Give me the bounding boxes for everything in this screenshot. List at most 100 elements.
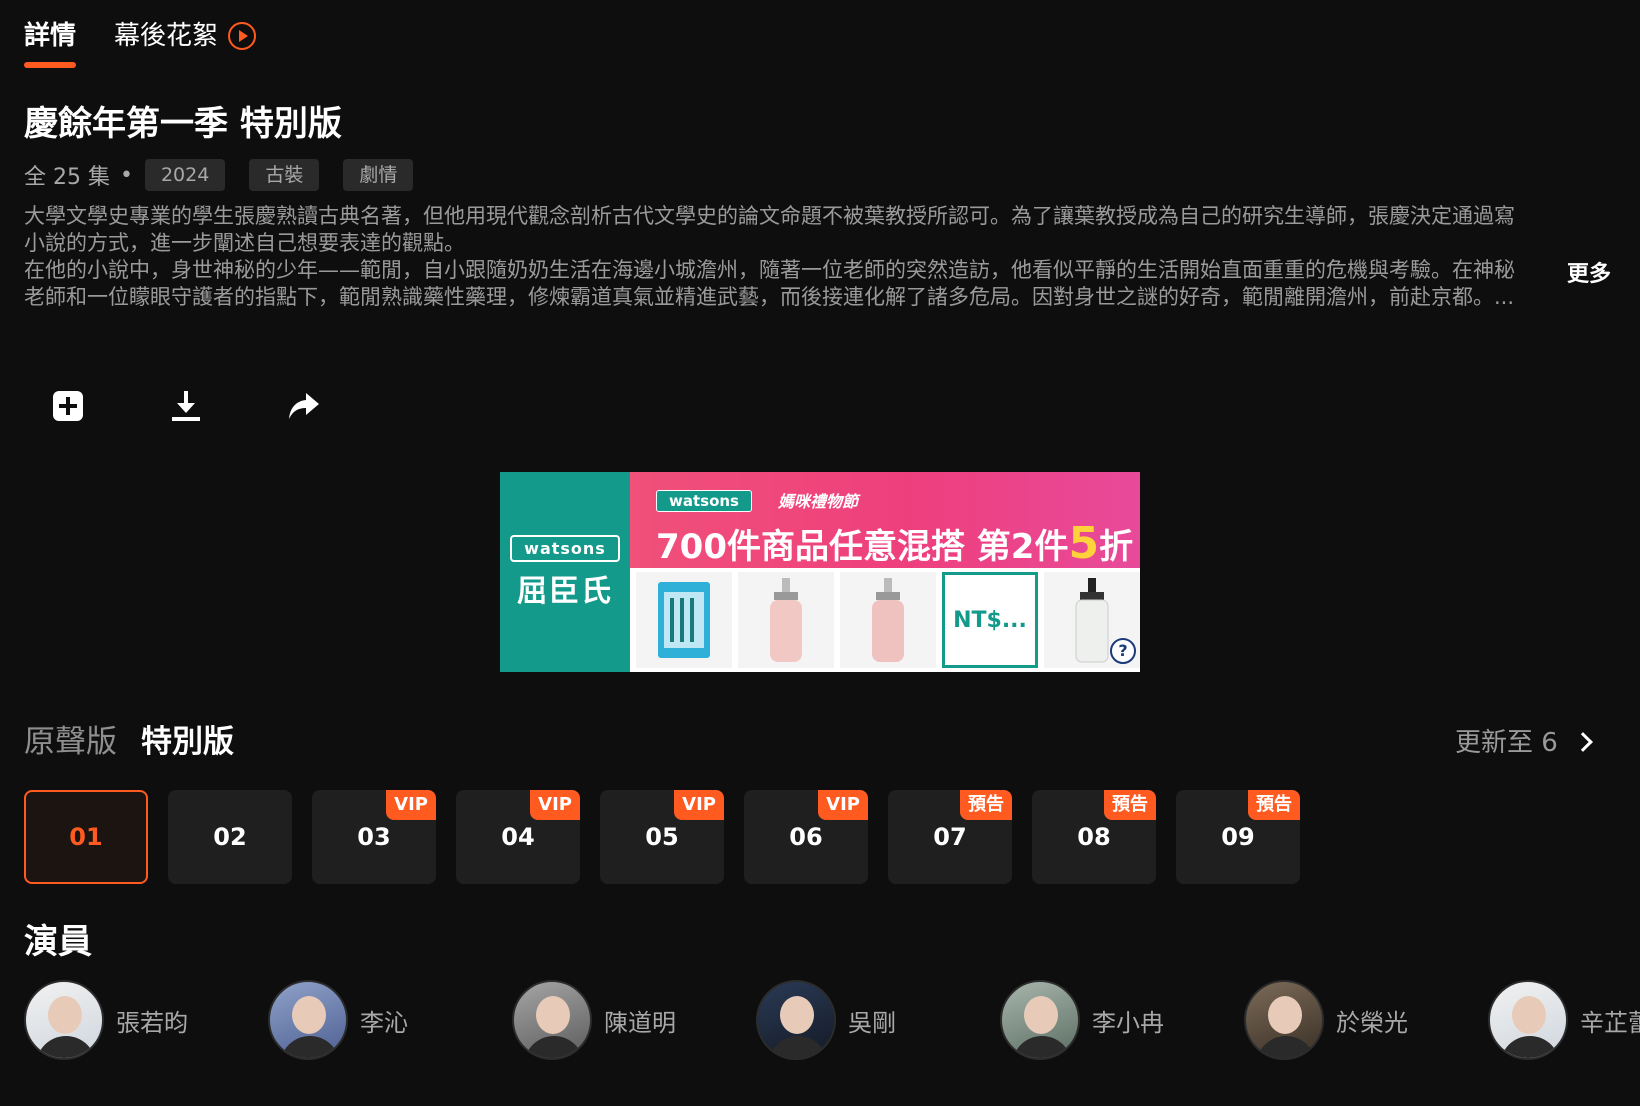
cast-name: 於榮光 — [1336, 1008, 1408, 1037]
episode-button-03[interactable]: 03 VIP — [312, 790, 436, 884]
tab-details-label: 詳情 — [24, 21, 77, 51]
tag-year[interactable]: 2024 — [144, 159, 226, 191]
episode-number: 01 — [69, 823, 103, 851]
avatar — [1000, 980, 1080, 1060]
avatar — [24, 980, 104, 1060]
episode-button-08[interactable]: 08 預告 — [1032, 790, 1156, 884]
cast-name: 張若昀 — [116, 1008, 188, 1037]
cast-member[interactable]: 陳道明 — [512, 980, 756, 1060]
ad-help-icon[interactable]: ? — [1110, 638, 1136, 664]
cast-name: 李小冉 — [1092, 1008, 1164, 1037]
share-icon — [289, 393, 319, 419]
tag-genre-drama[interactable]: 劇情 — [343, 159, 414, 191]
avatar — [512, 980, 592, 1060]
pump-bottle-icon — [1075, 578, 1109, 663]
version-original[interactable]: 原聲版 — [24, 718, 117, 766]
episode-number: 04 — [501, 823, 535, 851]
show-meta: 全 25 集 • 2024 古裝 劇情 — [24, 158, 437, 192]
ad-headline-text: 700件商品任意混搭 第2件 — [656, 527, 1069, 567]
avatar — [756, 980, 836, 1060]
synopsis-paragraph: 在他的小說中，身世神秘的少年——範閒，自小跟隨奶奶生活在海邊小城澹州，隨著一位老… — [24, 258, 1515, 309]
ad-products: NT$... ? — [630, 568, 1140, 672]
play-circle-icon — [228, 22, 257, 50]
synopsis-paragraph: 大學文學史專業的學生張慶熟讀古典名著，但他用現代觀念剖析古代文學史的論文命題不被… — [24, 204, 1515, 255]
episode-button-07[interactable]: 07 預告 — [888, 790, 1012, 884]
ad-product[interactable] — [636, 572, 732, 668]
episode-button-09[interactable]: 09 預告 — [1176, 790, 1300, 884]
cast-name: 陳道明 — [604, 1008, 676, 1037]
vip-badge: VIP — [530, 790, 580, 820]
episode-button-02[interactable]: 02 — [168, 790, 292, 884]
ad-headline-panel: watsons 媽咪禮物節 700件商品任意混搭 第2件5折 — [630, 472, 1140, 569]
episode-number: 05 — [645, 823, 679, 851]
ad-headline-number: 5 — [1068, 518, 1100, 569]
vip-badge: VIP — [818, 790, 868, 820]
share-button[interactable] — [286, 388, 322, 424]
ad-price: NT$... — [953, 607, 1027, 633]
chevron-right-icon — [1572, 731, 1593, 752]
preview-badge: 預告 — [1248, 790, 1300, 820]
episode-list: 01 02 03 VIP 04 VIP 05 VIP 06 VIP 07 預告 … — [24, 790, 1300, 884]
ad-logo-cn: 屈臣氏 — [517, 573, 613, 609]
cast-name: 李沁 — [360, 1008, 408, 1037]
episode-number: 06 — [789, 823, 823, 851]
ad-banner[interactable]: watsons 屈臣氏 watsons 媽咪禮物節 700件商品任意混搭 第2件… — [500, 472, 1140, 672]
synopsis: 大學文學史專業的學生張慶熟讀古典名著，但他用現代觀念剖析古代文學史的論文命題不被… — [24, 203, 1534, 311]
tab-bts-label: 幕後花絮 — [114, 21, 219, 51]
cast-member[interactable]: 辛芷蕾 — [1488, 980, 1640, 1060]
preview-badge: 預告 — [1104, 790, 1156, 820]
ad-content: watsons 媽咪禮物節 700件商品任意混搭 第2件5折 NT$... ? — [630, 472, 1140, 672]
vip-badge: VIP — [386, 790, 436, 820]
avatar — [1244, 980, 1324, 1060]
toothbrush-pack-icon — [658, 582, 710, 658]
episode-number: 07 — [933, 823, 967, 851]
episode-button-06[interactable]: 06 VIP — [744, 790, 868, 884]
meta-separator: • — [119, 162, 133, 188]
ad-product[interactable] — [840, 572, 936, 668]
ad-headline: 700件商品任意混搭 第2件5折 — [656, 518, 1133, 569]
ad-logo-panel: watsons 屈臣氏 — [500, 472, 630, 672]
episode-number: 03 — [357, 823, 391, 851]
ad-product-selected[interactable]: NT$... — [942, 572, 1038, 668]
tab-behind-the-scenes[interactable]: 幕後花絮 — [114, 14, 257, 58]
action-bar — [50, 388, 322, 424]
cast-member[interactable]: 李沁 — [268, 980, 512, 1060]
tab-bar: 詳情 幕後花絮 — [24, 14, 257, 68]
ad-headline-suffix: 折 — [1099, 527, 1134, 567]
version-switcher: 原聲版 特別版 — [24, 718, 234, 766]
ad-product[interactable] — [738, 572, 834, 668]
ad-logo-en: watsons — [510, 534, 620, 562]
episode-number: 08 — [1077, 823, 1111, 851]
download-icon — [172, 391, 200, 421]
update-status-link[interactable]: 更新至 6 — [1455, 722, 1593, 759]
cast-member[interactable]: 吳剛 — [756, 980, 1000, 1060]
cast-member[interactable]: 李小冉 — [1000, 980, 1244, 1060]
episode-number: 02 — [213, 823, 247, 851]
cast-member[interactable]: 張若昀 — [24, 980, 268, 1060]
pump-bottle-icon — [872, 578, 904, 662]
preview-badge: 預告 — [960, 790, 1012, 820]
episode-button-04[interactable]: 04 VIP — [456, 790, 580, 884]
cast-name: 吳剛 — [848, 1008, 896, 1037]
update-label: 更新至 6 — [1455, 728, 1558, 758]
cast-section-title: 演員 — [24, 922, 92, 962]
episode-button-01[interactable]: 01 — [24, 790, 148, 884]
avatar — [268, 980, 348, 1060]
pump-bottle-icon — [770, 578, 802, 662]
tab-details[interactable]: 詳情 — [24, 14, 77, 68]
show-title: 慶餘年第一季 特別版 — [24, 104, 342, 144]
cast-name: 辛芷蕾 — [1580, 1008, 1640, 1037]
tag-genre-costume[interactable]: 古裝 — [249, 159, 320, 191]
episode-button-05[interactable]: 05 VIP — [600, 790, 724, 884]
vip-badge: VIP — [674, 790, 724, 820]
episode-count: 全 25 集 — [24, 165, 110, 190]
avatar — [1488, 980, 1568, 1060]
ad-product[interactable]: ? — [1044, 572, 1140, 668]
ad-brand: watsons — [656, 490, 752, 512]
episode-number: 09 — [1221, 823, 1255, 851]
add-to-list-button[interactable] — [50, 388, 86, 424]
more-button[interactable]: 更多 — [1567, 256, 1611, 288]
cast-member[interactable]: 於榮光 — [1244, 980, 1488, 1060]
version-special[interactable]: 特別版 — [141, 718, 234, 766]
download-button[interactable] — [168, 388, 204, 424]
